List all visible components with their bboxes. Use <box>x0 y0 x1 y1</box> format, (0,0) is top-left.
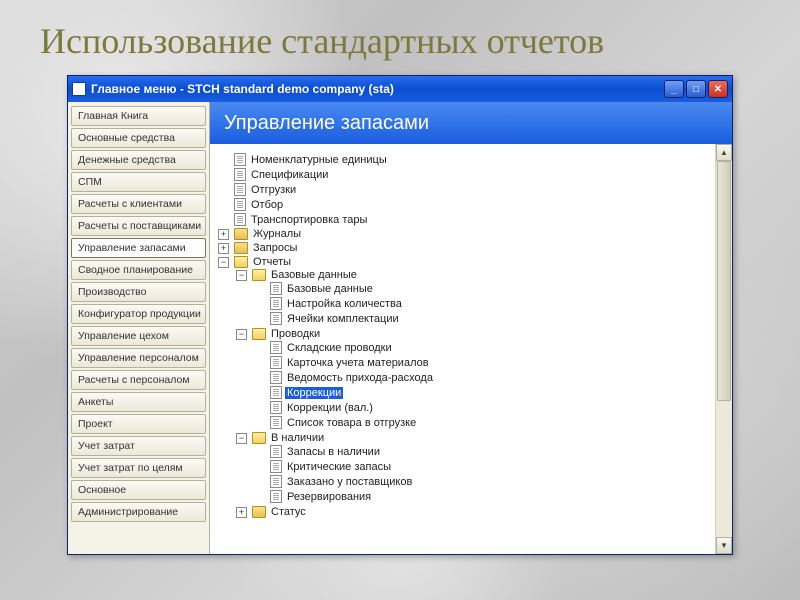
sidebar: Главная КнигаОсновные средстваДенежные с… <box>68 102 210 554</box>
tree-label[interactable]: Коррекции <box>285 387 343 399</box>
scroll-up-button[interactable]: ▲ <box>716 144 732 161</box>
document-icon <box>270 356 282 369</box>
document-icon <box>234 153 246 166</box>
folder-open-icon <box>252 432 266 444</box>
app-icon <box>72 82 86 96</box>
tree-label[interactable]: Складские проводки <box>285 342 394 354</box>
document-icon <box>234 183 246 196</box>
sidebar-item[interactable]: Администрирование <box>71 502 206 522</box>
vertical-scrollbar[interactable]: ▲ ▼ <box>715 144 732 554</box>
slide-title: Использование стандартных отчетов <box>40 20 604 62</box>
sidebar-item[interactable]: Основное <box>71 480 206 500</box>
tree-expander[interactable]: + <box>218 229 229 240</box>
document-icon <box>234 198 246 211</box>
sidebar-item[interactable]: Конфигуратор продукции <box>71 304 206 324</box>
window-title: Главное меню - STCH standard demo compan… <box>91 82 664 96</box>
folder-open-icon <box>234 256 248 268</box>
document-icon <box>270 386 282 399</box>
tree-label[interactable]: Базовые данные <box>269 269 359 281</box>
document-icon <box>270 490 282 503</box>
sidebar-item[interactable]: Главная Книга <box>71 106 206 126</box>
tree-label[interactable]: Журналы <box>251 228 303 240</box>
tree-label[interactable]: Отбор <box>249 199 285 211</box>
tree-label[interactable]: Транспортировка тары <box>249 214 369 226</box>
sidebar-item[interactable]: Проект <box>71 414 206 434</box>
tree-expander[interactable]: + <box>236 507 247 518</box>
folder-icon <box>234 228 248 240</box>
tree-label[interactable]: Отгрузки <box>249 184 298 196</box>
maximize-button[interactable]: □ <box>686 80 706 98</box>
folder-open-icon <box>252 269 266 281</box>
tree-label[interactable]: Резервирования <box>285 491 373 503</box>
scroll-down-button[interactable]: ▼ <box>716 537 732 554</box>
app-window: Главное меню - STCH standard demo compan… <box>67 75 733 555</box>
sidebar-item[interactable]: Учет затрат по целям <box>71 458 206 478</box>
sidebar-item[interactable]: Денежные средства <box>71 150 206 170</box>
tree-label[interactable]: Базовые данные <box>285 283 375 295</box>
tree-label[interactable]: Запросы <box>251 242 299 254</box>
tree-label[interactable]: Список товара в отгрузке <box>285 417 418 429</box>
sidebar-item[interactable]: Производство <box>71 282 206 302</box>
tree-label[interactable]: Проводки <box>269 328 322 340</box>
tree-label[interactable]: Критические запасы <box>285 461 393 473</box>
content-pane: Управление запасами Номенклатурные едини… <box>210 102 732 554</box>
tree-expander[interactable]: + <box>218 243 229 254</box>
tree-label[interactable]: В наличии <box>269 432 326 444</box>
sidebar-item[interactable]: Расчеты с поставщиками <box>71 216 206 236</box>
sidebar-item[interactable]: Управление запасами <box>71 238 206 258</box>
close-button[interactable]: ✕ <box>708 80 728 98</box>
tree-expander[interactable]: − <box>236 433 247 444</box>
document-icon <box>270 401 282 414</box>
tree-label[interactable]: Номенклатурные единицы <box>249 154 389 166</box>
document-icon <box>270 416 282 429</box>
sidebar-item[interactable]: Расчеты с клиентами <box>71 194 206 214</box>
document-icon <box>270 445 282 458</box>
minimize-button[interactable]: _ <box>664 80 684 98</box>
content-header: Управление запасами <box>210 102 732 144</box>
tree-label[interactable]: Запасы в наличии <box>285 446 382 458</box>
tree-label[interactable]: Заказано у поставщиков <box>285 476 414 488</box>
tree-label[interactable]: Отчеты <box>251 256 293 268</box>
document-icon <box>270 282 282 295</box>
folder-icon <box>234 242 248 254</box>
tree-label[interactable]: Настройка количества <box>285 298 404 310</box>
sidebar-item[interactable]: Основные средства <box>71 128 206 148</box>
document-icon <box>270 371 282 384</box>
folder-icon <box>252 506 266 518</box>
sidebar-item[interactable]: Учет затрат <box>71 436 206 456</box>
tree-label[interactable]: Карточка учета материалов <box>285 357 431 369</box>
sidebar-item[interactable]: Сводное планирование <box>71 260 206 280</box>
sidebar-item[interactable]: Управление цехом <box>71 326 206 346</box>
document-icon <box>270 460 282 473</box>
tree-label[interactable]: Ведомость прихода-расхода <box>285 372 435 384</box>
tree-label[interactable]: Спецификации <box>249 169 330 181</box>
document-icon <box>270 312 282 325</box>
sidebar-item[interactable]: Анкеты <box>71 392 206 412</box>
document-icon <box>270 475 282 488</box>
document-icon <box>234 168 246 181</box>
sidebar-item[interactable]: Управление персоналом <box>71 348 206 368</box>
tree-label[interactable]: Статус <box>269 506 308 518</box>
document-icon <box>270 297 282 310</box>
titlebar[interactable]: Главное меню - STCH standard demo compan… <box>68 76 732 102</box>
nav-tree[interactable]: Номенклатурные единицы Спецификации Отгруз… <box>216 152 726 520</box>
tree-label[interactable]: Ячейки комплектации <box>285 313 401 325</box>
folder-open-icon <box>252 328 266 340</box>
sidebar-item[interactable]: СПМ <box>71 172 206 192</box>
scroll-thumb[interactable] <box>717 161 731 401</box>
document-icon <box>270 341 282 354</box>
tree-expander[interactable]: − <box>236 329 247 340</box>
tree-label[interactable]: Коррекции (вал.) <box>285 402 375 414</box>
document-icon <box>234 213 246 226</box>
sidebar-item[interactable]: Расчеты с персоналом <box>71 370 206 390</box>
tree-expander[interactable]: − <box>218 257 229 268</box>
tree-expander[interactable]: − <box>236 270 247 281</box>
